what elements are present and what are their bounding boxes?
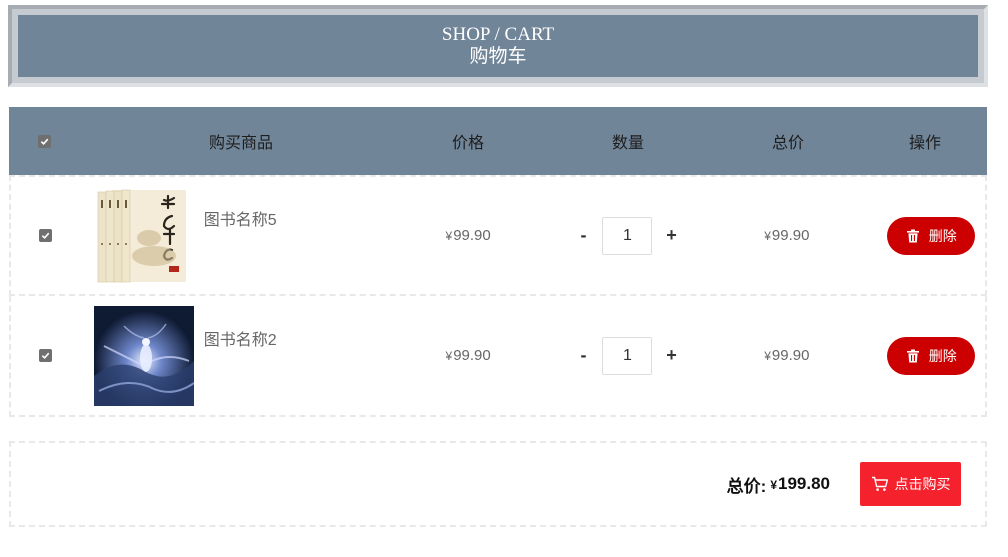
decrement-button[interactable]: - bbox=[564, 225, 602, 246]
delete-label: 删除 bbox=[928, 347, 957, 364]
increment-button[interactable]: + bbox=[652, 225, 690, 246]
page-header: SHOP / CART 购物车 bbox=[8, 5, 988, 87]
unit-price: ¥99.90 bbox=[393, 347, 542, 364]
delete-button[interactable]: 删除 bbox=[887, 216, 976, 255]
cart-table: 购买商品 价格 数量 总价 操作 图书名称5 ¥99.90 - 1 + ¥99.… bbox=[9, 107, 987, 417]
check-icon bbox=[40, 138, 48, 145]
row-total-value: 99.90 bbox=[771, 227, 810, 244]
total-label: 总价: bbox=[726, 476, 767, 496]
currency-symbol: ¥ bbox=[764, 229, 771, 243]
unit-price-value: 99.90 bbox=[453, 347, 491, 364]
row-check-cell bbox=[11, 349, 81, 362]
product-name[interactable]: 图书名称2 bbox=[204, 326, 277, 350]
trash-icon bbox=[906, 229, 919, 242]
cart-summary: 总价: ¥199.80 点击购买 bbox=[9, 441, 987, 527]
table-row: 图书名称5 ¥99.90 - + ¥99.90 删除 bbox=[9, 175, 987, 296]
cart-icon bbox=[871, 476, 888, 491]
total-amount-value: 199.80 bbox=[778, 474, 830, 493]
increment-button[interactable]: + bbox=[652, 345, 690, 366]
operation-cell: 删除 bbox=[862, 216, 986, 255]
delete-button[interactable]: 删除 bbox=[887, 336, 976, 375]
fantasy-art-image bbox=[93, 305, 194, 406]
row-total-value: 99.90 bbox=[771, 347, 810, 364]
row-checkbox[interactable] bbox=[39, 349, 53, 362]
unit-price-value: 99.90 bbox=[453, 227, 491, 244]
table-header: 购买商品 价格 数量 总价 操作 bbox=[9, 107, 987, 175]
select-all-cell bbox=[9, 134, 79, 148]
row-check-cell bbox=[11, 229, 81, 242]
product-cell: 图书名称2 bbox=[81, 305, 394, 406]
product-name[interactable]: 图书名称5 bbox=[204, 206, 277, 230]
page-title: SHOP / CART bbox=[441, 24, 555, 46]
operation-cell: 删除 bbox=[862, 336, 986, 375]
total-amount: ¥199.80 bbox=[770, 474, 830, 494]
row-total: ¥99.90 bbox=[712, 347, 861, 364]
column-header-quantity: 数量 bbox=[611, 135, 644, 152]
trash-icon bbox=[906, 349, 919, 362]
currency-symbol: ¥ bbox=[764, 349, 771, 363]
check-icon bbox=[42, 232, 50, 240]
row-total: ¥99.90 bbox=[712, 227, 861, 244]
product-cell: 图书名称5 bbox=[81, 185, 394, 286]
table-row: 图书名称2 ¥99.90 - + ¥99.90 删除 bbox=[9, 296, 987, 417]
quantity-stepper: - + bbox=[543, 336, 712, 375]
column-header-price: 价格 bbox=[451, 135, 484, 152]
book-box-set-image bbox=[93, 185, 194, 286]
currency-symbol: ¥ bbox=[445, 229, 453, 243]
currency-symbol: ¥ bbox=[445, 349, 453, 363]
decrement-button[interactable]: - bbox=[564, 345, 602, 366]
column-header-product: 购买商品 bbox=[209, 135, 274, 152]
row-checkbox[interactable] bbox=[39, 229, 53, 242]
select-all-checkbox[interactable] bbox=[37, 134, 51, 148]
checkout-button[interactable]: 点击购买 bbox=[860, 462, 961, 506]
checkout-label: 点击购买 bbox=[894, 476, 951, 492]
quantity-input[interactable] bbox=[602, 336, 653, 375]
quantity-stepper: - + bbox=[543, 216, 712, 255]
quantity-input[interactable] bbox=[602, 216, 653, 255]
unit-price: ¥99.90 bbox=[393, 227, 542, 244]
delete-label: 删除 bbox=[928, 227, 957, 244]
column-header-operation: 操作 bbox=[908, 135, 941, 152]
column-header-total: 总价 bbox=[771, 135, 804, 152]
header-panel: SHOP / CART 购物车 bbox=[18, 15, 978, 77]
check-icon bbox=[42, 352, 50, 360]
currency-symbol: ¥ bbox=[770, 478, 777, 492]
page-subtitle: 购物车 bbox=[469, 45, 527, 67]
